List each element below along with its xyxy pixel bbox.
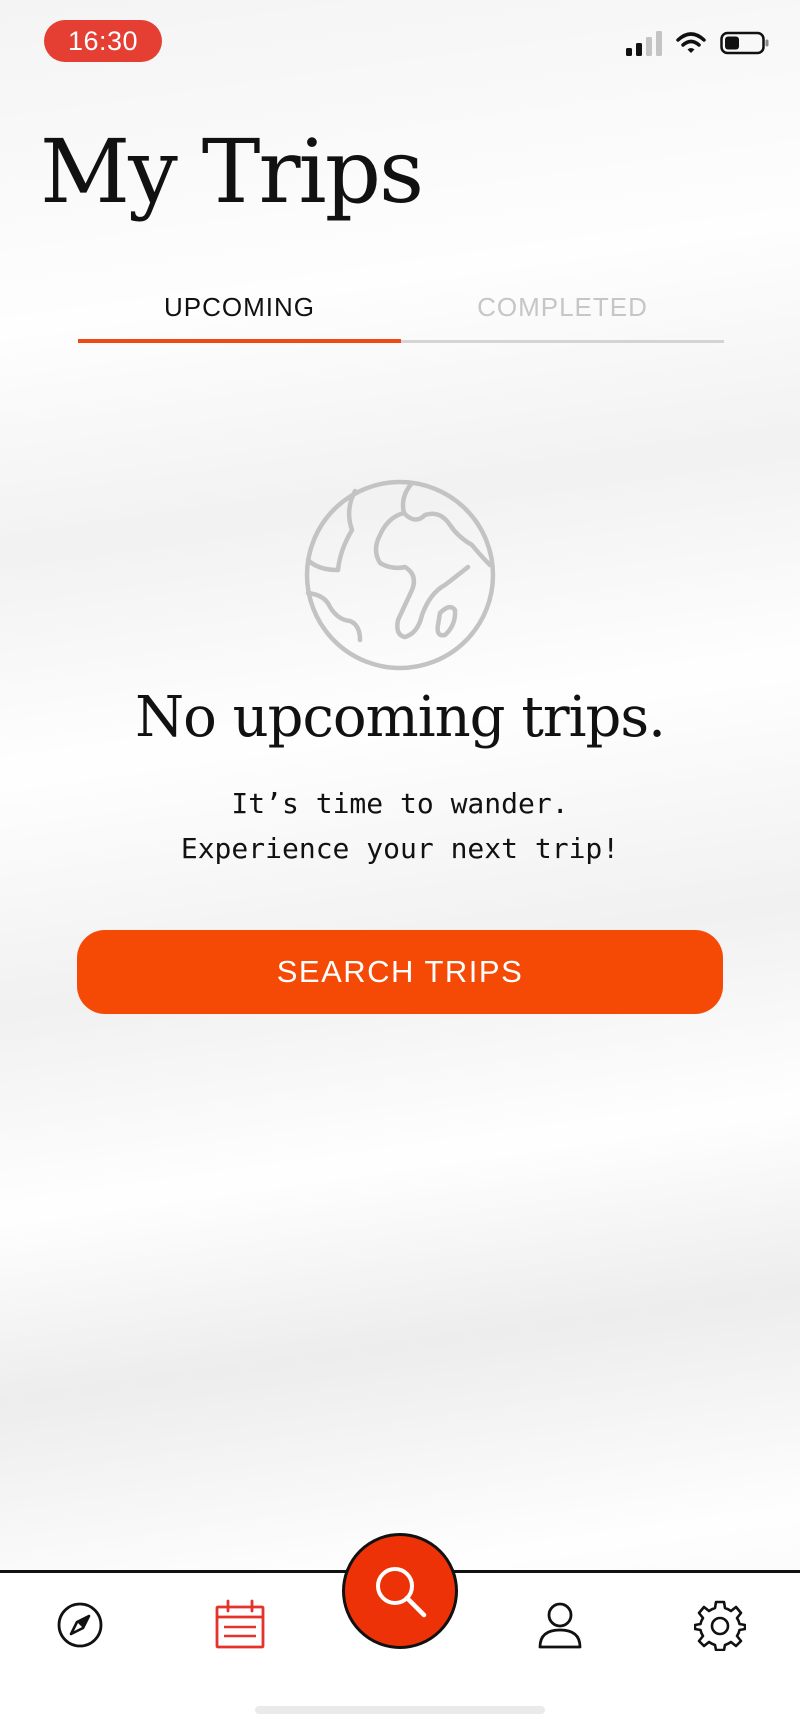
globe-icon [304,479,496,671]
empty-state-title: No upcoming trips. [135,685,666,750]
wifi-icon [676,32,706,53]
nav-profile[interactable] [530,1595,590,1655]
empty-state-subtitle-line1: It’s time to wander. [231,787,569,820]
home-indicator [255,1706,545,1714]
nav-search-button[interactable] [342,1533,458,1649]
status-bar: 16:30 [0,0,800,90]
search-icon [376,1567,427,1618]
tab-completed[interactable]: COMPLETED [401,292,724,323]
gear-icon [694,1600,746,1651]
compass-icon [57,1602,103,1648]
active-tab-indicator [78,339,401,343]
status-icons [626,30,770,56]
tab-upcoming[interactable]: UPCOMING [78,292,401,323]
empty-state-subtitle-line2: Experience your next trip! [180,832,620,865]
trip-tabs: UPCOMING COMPLETED [78,280,724,346]
cellular-signal-icon [626,30,662,56]
nav-trips[interactable] [210,1595,270,1655]
status-time: 16:30 [44,20,162,62]
background [0,0,800,1732]
user-icon [538,1602,582,1649]
search-trips-button[interactable]: SEARCH TRIPS [77,930,723,1014]
page-title: My Trips [40,120,424,223]
nav-settings[interactable] [690,1595,750,1655]
battery-icon [720,31,769,55]
nav-explore[interactable] [50,1595,110,1655]
calendar-icon [215,1599,265,1649]
